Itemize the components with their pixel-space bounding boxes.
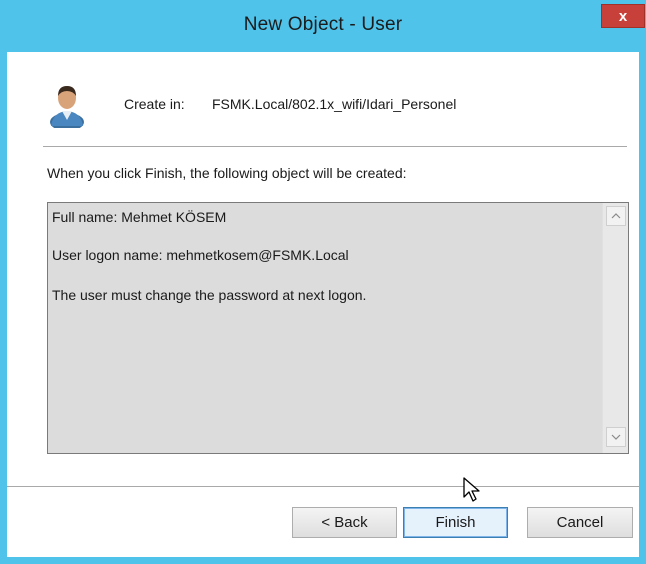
summary-textbox[interactable]: Full name: Mehmet KÖSEM User logon name:… [47,202,629,454]
new-object-user-dialog: New Object - User x Create in: FSMK.Loca… [0,0,646,564]
divider [7,486,639,488]
title-bar[interactable]: New Object - User x [0,0,646,52]
close-icon: x [618,7,628,25]
summary-password-note: The user must change the password at nex… [52,287,367,303]
dialog-body: Create in: FSMK.Local/802.1x_wifi/Idari_… [7,52,639,557]
scroll-up-button[interactable] [606,206,626,226]
summary-full-name: Full name: Mehmet KÖSEM [52,209,227,225]
scroll-down-button[interactable] [606,427,626,447]
close-button[interactable]: x [601,4,645,28]
finish-button[interactable]: Finish [403,507,508,538]
intro-text: When you click Finish, the following obj… [47,165,407,181]
summary-logon-name: User logon name: mehmetkosem@FSMK.Local [52,247,349,263]
divider [43,146,627,148]
chevron-down-icon [611,434,621,440]
vertical-scrollbar[interactable] [602,203,628,453]
create-in-label: Create in: [124,96,185,112]
chevron-up-icon [611,213,621,219]
mouse-cursor-icon [463,477,480,502]
cancel-button[interactable]: Cancel [527,507,633,538]
window-title: New Object - User [243,14,403,35]
create-in-path: FSMK.Local/802.1x_wifi/Idari_Personel [212,96,457,112]
back-button[interactable]: < Back [292,507,397,538]
user-icon [50,86,84,128]
